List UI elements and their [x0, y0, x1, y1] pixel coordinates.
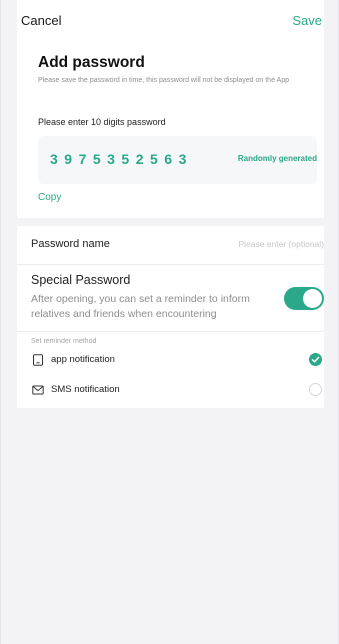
- copy-button[interactable]: Copy: [38, 192, 61, 203]
- page-subtitle: Please save the password in time, this p…: [38, 77, 289, 84]
- app-notification-label: app notification: [51, 354, 115, 365]
- password-name-row: Password name: [17, 226, 324, 265]
- special-password-description: After opening, you can set a reminder to…: [31, 293, 250, 320]
- page-title: Add password: [38, 54, 145, 71]
- toggle-knob: [303, 289, 322, 308]
- password-name-label: Password name: [31, 238, 110, 250]
- special-password-toggle[interactable]: [284, 287, 324, 310]
- phone-icon: [33, 354, 43, 366]
- special-password-title: Special Password: [31, 273, 131, 287]
- randomly-generated-button[interactable]: Randomly generated: [238, 154, 317, 163]
- reminder-method-header: Set reminder method: [31, 338, 97, 345]
- password-card: [17, 0, 324, 218]
- save-button[interactable]: Save: [292, 13, 322, 28]
- nav-bar: Cancel Save: [21, 13, 322, 31]
- app-notification-option[interactable]: app notification: [17, 348, 324, 372]
- app-notification-radio[interactable]: [309, 353, 322, 366]
- envelope-icon: [32, 385, 44, 395]
- password-digits: 3975352563: [50, 151, 193, 167]
- sms-notification-label: SMS notification: [51, 384, 120, 395]
- password-prompt: Please enter 10 digits password: [38, 117, 166, 127]
- add-password-screen: Cancel Save Add password Please save the…: [0, 0, 339, 644]
- settings-card: Password name Special Password After ope…: [17, 226, 324, 408]
- password-name-input[interactable]: [174, 234, 324, 254]
- password-display: 3975352563 Randomly generated: [38, 136, 317, 184]
- sms-notification-radio[interactable]: [309, 383, 322, 396]
- sms-notification-option[interactable]: SMS notification: [17, 378, 324, 402]
- divider: [17, 331, 324, 332]
- check-icon: [311, 356, 320, 363]
- cancel-button[interactable]: Cancel: [21, 13, 61, 28]
